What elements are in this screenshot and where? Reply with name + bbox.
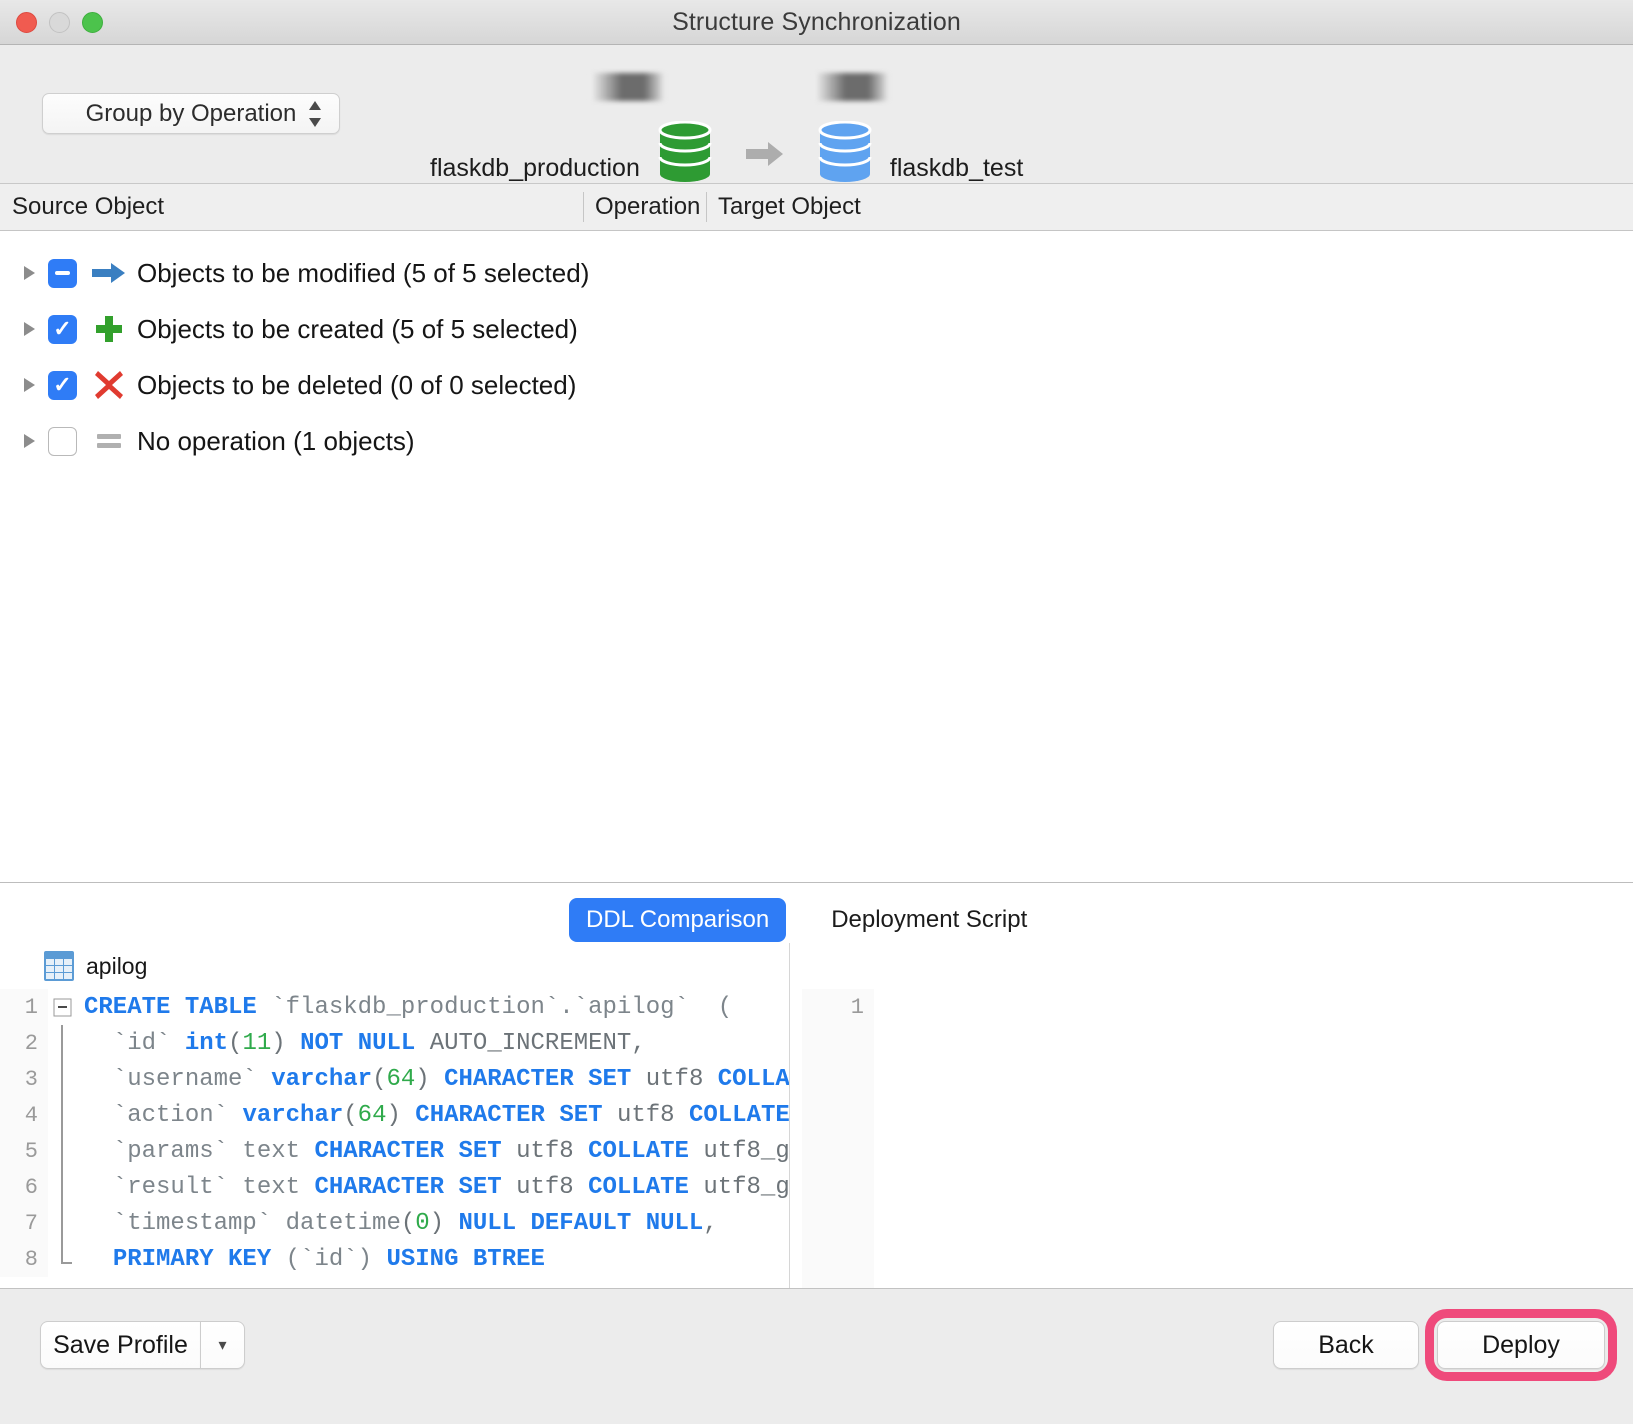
disclosure-triangle-icon[interactable]	[16, 434, 42, 448]
source-db-label: flaskdb_production	[430, 154, 640, 182]
window-title: Structure Synchronization	[672, 7, 961, 36]
tab-ddl-comparison[interactable]: DDL Comparison	[569, 898, 787, 942]
tree-row-deleted[interactable]: ✓ Objects to be deleted (0 of 0 selected…	[0, 357, 1633, 413]
code-text: `action` varchar(64) CHARACTER SET utf8 …	[84, 1101, 790, 1129]
line-number: 6	[0, 1169, 48, 1205]
title-bar: Structure Synchronization	[0, 0, 1633, 45]
stepper-updown-icon	[307, 99, 323, 129]
group-by-label: Group by Operation	[85, 99, 297, 127]
fold-guide	[48, 1061, 80, 1097]
chevron-down-icon[interactable]: ▾	[200, 1321, 245, 1369]
code-line: 7 `timestamp` datetime(0) NULL DEFAULT N…	[0, 1205, 789, 1241]
fold-toggle-icon[interactable]	[48, 989, 80, 1025]
database-blue-icon	[818, 120, 872, 183]
fold-guide	[48, 1097, 80, 1133]
tree-row-no-operation[interactable]: No operation (1 objects)	[0, 413, 1633, 469]
tree-row-label: Objects to be created (5 of 5 selected)	[137, 313, 578, 344]
target-gutter	[802, 989, 874, 1288]
line-number: 4	[0, 1097, 48, 1133]
source-ddl-code[interactable]: 1 CREATE TABLE `flaskdb_production`.`apil…	[0, 989, 789, 1277]
line-number: 1	[0, 989, 48, 1025]
code-line: 8 PRIMARY KEY (`id`) USING BTREE	[0, 1241, 789, 1277]
checkbox-no-operation[interactable]	[48, 426, 77, 456]
table-icon	[44, 951, 74, 981]
tree-row-modified[interactable]: Objects to be modified (5 of 5 selected)	[0, 245, 1633, 301]
fold-guide	[48, 1241, 80, 1277]
source-database: flaskdb_production	[430, 73, 730, 185]
save-profile-group: Save Profile ▾	[40, 1321, 245, 1369]
back-button[interactable]: Back	[1273, 1321, 1419, 1369]
structure-synchronization-window: Structure Synchronization Group by Opera…	[0, 0, 1633, 1424]
checkbox-modified[interactable]	[48, 258, 77, 288]
line-number: 7	[0, 1205, 48, 1241]
save-profile-button[interactable]: Save Profile	[40, 1321, 200, 1369]
bottom-toolbar: Save Profile ▾ Back Deploy	[0, 1288, 1633, 1424]
checkbox-deleted[interactable]: ✓	[48, 370, 77, 400]
code-text: `username` varchar(64) CHARACTER SET utf…	[84, 1065, 790, 1093]
fold-guide	[48, 1133, 80, 1169]
line-number: 8	[0, 1241, 48, 1277]
code-line: 6 `result` text CHARACTER SET utf8 COLLA…	[0, 1169, 789, 1205]
arrow-right-icon	[745, 139, 784, 169]
fold-guide	[48, 1025, 80, 1061]
fold-guide	[48, 1205, 80, 1241]
group-by-select[interactable]: Group by Operation	[42, 93, 340, 134]
line-number: 2	[0, 1025, 48, 1061]
source-ddl-pane[interactable]: apilog 1 CREATE TABLE `flaskdb_production…	[0, 943, 790, 1288]
checkbox-created[interactable]: ✓	[48, 314, 77, 344]
tree-row-label: Objects to be modified (5 of 5 selected)	[137, 257, 590, 288]
disclosure-triangle-icon[interactable]	[16, 322, 42, 336]
line-number: 5	[0, 1133, 48, 1169]
tree-row-label: No operation (1 objects)	[137, 425, 415, 456]
source-object-name: apilog	[86, 952, 148, 979]
target-db-label: flaskdb_test	[889, 154, 1024, 182]
code-line: 3 `username` varchar(64) CHARACTER SET u…	[0, 1061, 789, 1097]
target-ddl-pane[interactable]: 1	[790, 943, 1633, 1288]
code-text: PRIMARY KEY (`id`) USING BTREE	[112, 1245, 545, 1273]
column-header-operation[interactable]: Operation	[583, 184, 706, 230]
redacted-source-host	[590, 73, 665, 101]
disclosure-triangle-icon[interactable]	[16, 266, 42, 280]
source-object-header: apilog	[0, 943, 789, 989]
column-header-source-object[interactable]: Source Object	[0, 184, 583, 230]
comparison-tabs: DDL Comparison Deployment Script	[0, 883, 1633, 943]
tree-row-label: Objects to be deleted (0 of 0 selected)	[137, 369, 577, 400]
sync-header: Group by Operation flaskdb_production fl…	[0, 45, 1633, 184]
code-text: `timestamp` datetime(0) NULL DEFAULT NUL…	[84, 1209, 718, 1237]
target-line-number: 1	[850, 994, 864, 1020]
equals-noop-icon	[89, 434, 129, 448]
code-text: CREATE TABLE `flaskdb_production`.`apilo…	[84, 993, 733, 1021]
fold-guide	[48, 1169, 80, 1205]
deploy-button[interactable]: Deploy	[1437, 1321, 1605, 1369]
object-tree: Objects to be modified (5 of 5 selected)…	[0, 231, 1633, 883]
code-line: 1 CREATE TABLE `flaskdb_production`.`apil…	[0, 989, 789, 1025]
code-panes: apilog 1 CREATE TABLE `flaskdb_production…	[0, 943, 1633, 1288]
code-text: `params` text CHARACTER SET utf8 COLLATE…	[84, 1137, 790, 1165]
database-flow: flaskdb_production flaskdb_test	[430, 73, 1024, 185]
redacted-target-host	[813, 73, 889, 101]
column-headers: Source Object Operation Target Object	[0, 184, 1633, 231]
code-line: 2 `id` int(11) NOT NULL AUTO_INCREMENT,	[0, 1025, 789, 1061]
plus-create-icon	[89, 314, 129, 344]
tab-deployment-script[interactable]: Deployment Script	[814, 898, 1044, 942]
target-database: flaskdb_test	[800, 73, 1024, 185]
code-text: `result` text CHARACTER SET utf8 COLLATE…	[84, 1173, 790, 1201]
arrow-modify-icon	[89, 261, 129, 285]
cross-delete-icon	[89, 370, 129, 400]
disclosure-triangle-icon[interactable]	[16, 378, 42, 392]
code-line: 4 `action` varchar(64) CHARACTER SET utf…	[0, 1097, 789, 1133]
column-header-target-object[interactable]: Target Object	[706, 184, 1633, 230]
tree-row-created[interactable]: ✓ Objects to be created (5 of 5 selected…	[0, 301, 1633, 357]
line-number: 3	[0, 1061, 48, 1097]
database-green-icon	[658, 120, 712, 183]
code-text: `id` int(11) NOT NULL AUTO_INCREMENT,	[84, 1029, 646, 1057]
code-line: 5 `params` text CHARACTER SET utf8 COLLA…	[0, 1133, 789, 1169]
